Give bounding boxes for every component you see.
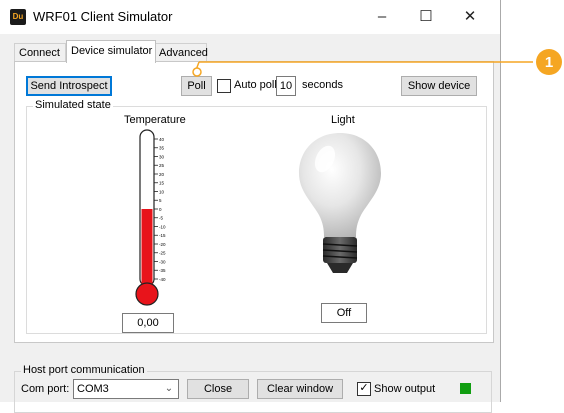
tab-device-simulator[interactable]: Device simulator <box>66 40 156 63</box>
callout-anchor <box>192 67 202 77</box>
callout-number: 1 <box>545 54 553 71</box>
